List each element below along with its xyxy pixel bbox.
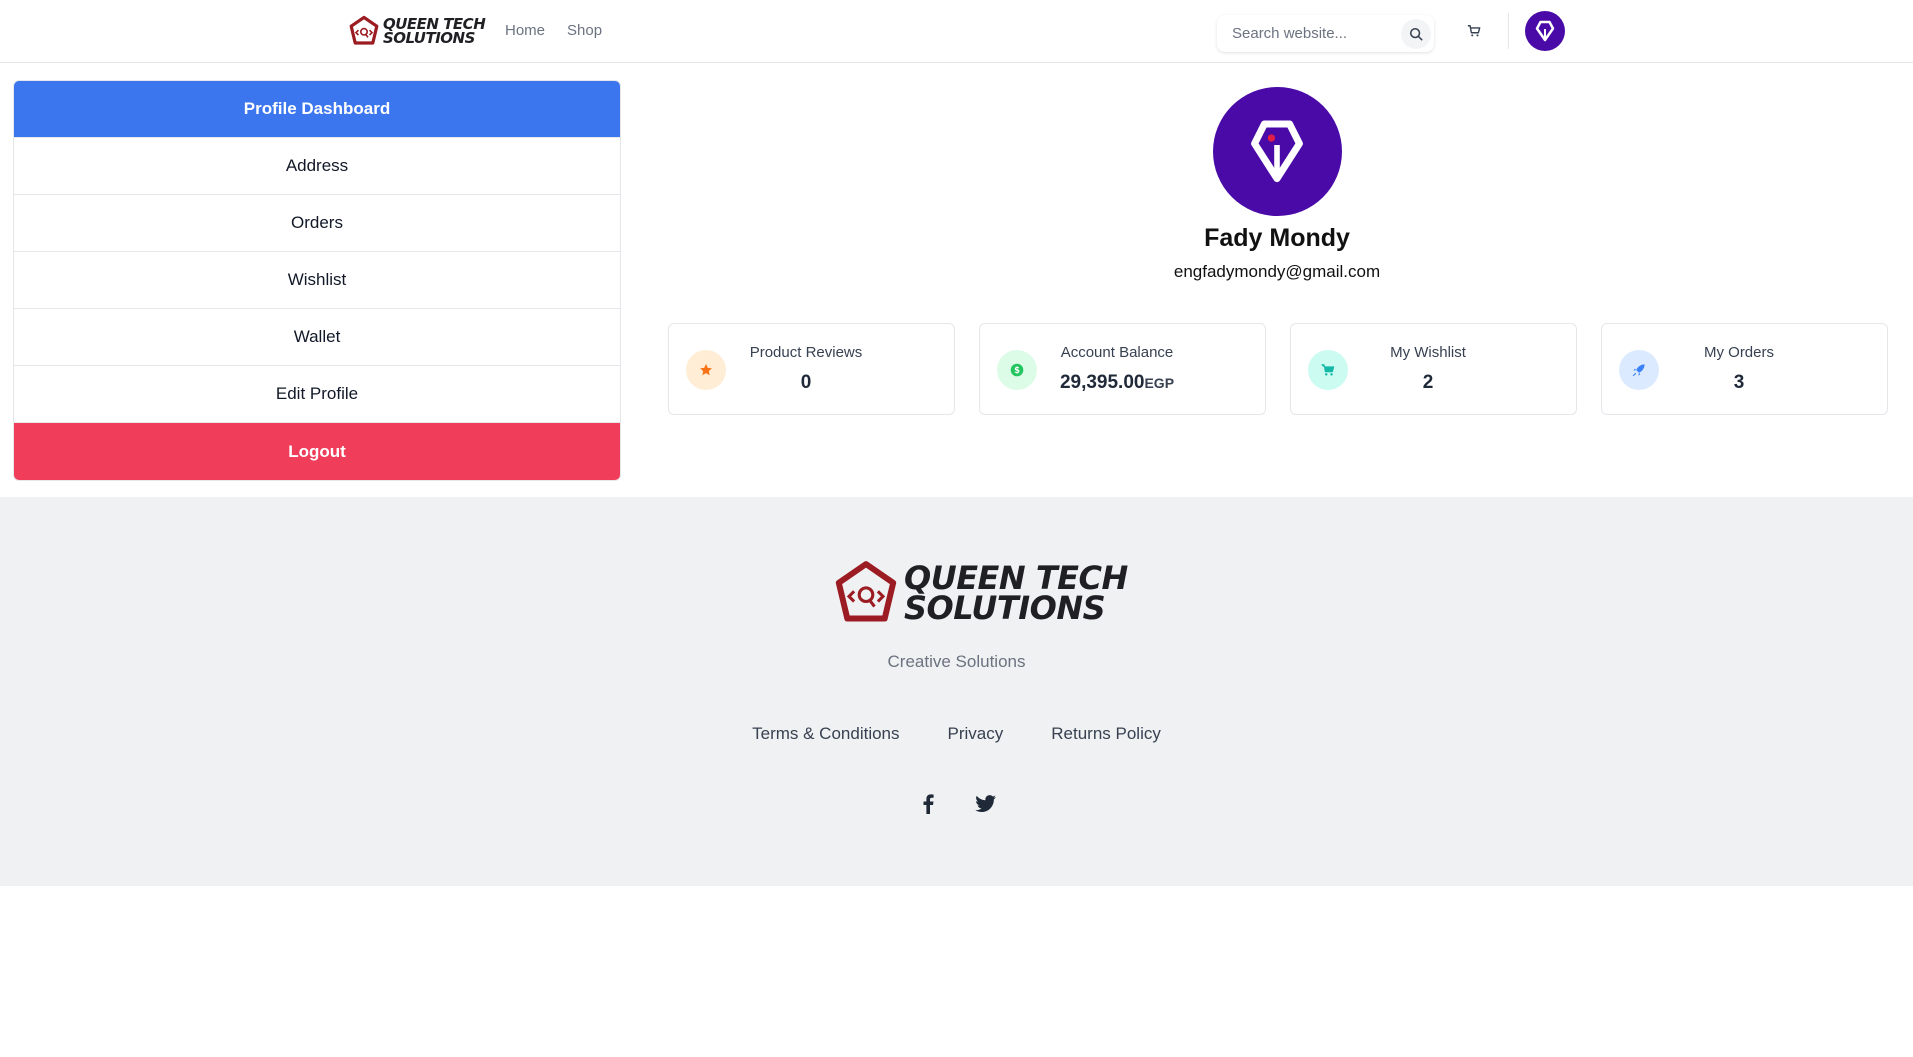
stat-value: 29,395.00EGP [1052,372,1182,394]
logout-button[interactable]: Logout [14,423,620,480]
sidebar-item-wallet[interactable]: Wallet [14,309,620,366]
search-box [1217,15,1434,52]
stat-card-my-wishlist[interactable]: My Wishlist 2 [1290,323,1577,415]
stat-icon-wrap [1308,350,1348,390]
stat-icon-wrap [686,350,726,390]
cart-icon [1467,25,1481,37]
rocket-icon [1632,364,1645,377]
brand-logo[interactable]: QUEEN TECH SOLUTIONS [348,14,486,48]
footer-link-privacy[interactable]: Privacy [948,724,1004,744]
footer-brand-line-2: SOLUTIONS [904,589,1106,627]
stat-number: 29,395.00 [1059,372,1145,393]
stat-label: Product Reviews [749,344,863,361]
footer-links: Terms & Conditions Privacy Returns Polic… [0,724,1913,744]
footer-brand-logo: QUEEN TECH SOLUTIONS [832,559,1128,627]
sidebar-item-edit-profile[interactable]: Edit Profile [14,366,620,423]
sidebar-item-wishlist[interactable]: Wishlist [14,252,620,309]
search-button[interactable] [1401,19,1431,49]
search-icon [1409,27,1423,41]
svg-text:$: $ [1014,365,1020,375]
profile-email: engfadymondy@gmail.com [1173,262,1381,281]
profile-name: Fady Mondy [1204,224,1350,252]
stat-label: My Wishlist [1390,344,1466,361]
avatar [1212,87,1342,216]
footer-link-returns[interactable]: Returns Policy [1051,724,1161,744]
twitter-icon[interactable] [974,793,997,815]
star-icon [700,364,712,376]
stat-number: 0 [800,372,812,393]
nav-home[interactable]: Home [505,22,545,39]
facebook-icon[interactable] [917,793,939,815]
stat-value: 0 [741,372,871,394]
stat-number: 3 [1733,372,1745,393]
dollar-icon: $ [1010,363,1024,377]
pen-nib-icon [1535,20,1555,42]
header-divider [1508,13,1509,49]
brand-text: QUEEN TECH SOLUTIONS [383,17,486,47]
stat-card-my-orders[interactable]: My Orders 3 [1601,323,1888,415]
queen-logo-icon [835,561,897,622]
footer-tagline: Creative Solutions [887,652,1026,671]
footer-brand-text: QUEEN TECH SOLUTIONS [904,562,1128,627]
stat-number: 2 [1422,372,1434,393]
queen-logo-icon [349,15,379,45]
stat-icon-wrap: $ [997,350,1037,390]
top-navbar: QUEEN TECH SOLUTIONS Home Shop [0,0,1913,63]
stat-card-account-balance[interactable]: $ Account Balance 29,395.00EGP [979,323,1266,415]
user-avatar-button[interactable] [1525,11,1565,51]
stat-icon-wrap [1619,350,1659,390]
profile-summary: Fady Mondy engfadymondy@gmail.com [1077,87,1477,282]
profile-sidebar: Profile Dashboard Address Orders Wishlis… [13,80,621,481]
sidebar-item-orders[interactable]: Orders [14,195,620,252]
stat-card-product-reviews[interactable]: Product Reviews 0 [668,323,955,415]
pen-nib-icon [1251,120,1303,182]
cart-button[interactable] [1459,16,1489,46]
search-input[interactable] [1217,25,1387,42]
stat-currency: EGP [1144,375,1175,391]
brand-line-2: SOLUTIONS [383,29,475,47]
stats-row: Product Reviews 0 $ Account Balance 29,3… [668,323,1888,415]
stat-value: 3 [1674,372,1804,394]
sidebar-item-address[interactable]: Address [14,138,620,195]
stat-value: 2 [1363,372,1493,394]
cart-icon [1321,364,1335,376]
stat-label: My Orders [1703,344,1774,361]
site-footer: QUEEN TECH SOLUTIONS Creative Solutions … [0,497,1913,886]
nav-shop[interactable]: Shop [567,22,602,39]
footer-link-terms[interactable]: Terms & Conditions [752,724,899,744]
main-nav: Home Shop [505,22,602,39]
sidebar-item-profile-dashboard[interactable]: Profile Dashboard [14,81,620,138]
stat-label: Account Balance [1060,344,1174,361]
footer-social [0,793,1913,815]
